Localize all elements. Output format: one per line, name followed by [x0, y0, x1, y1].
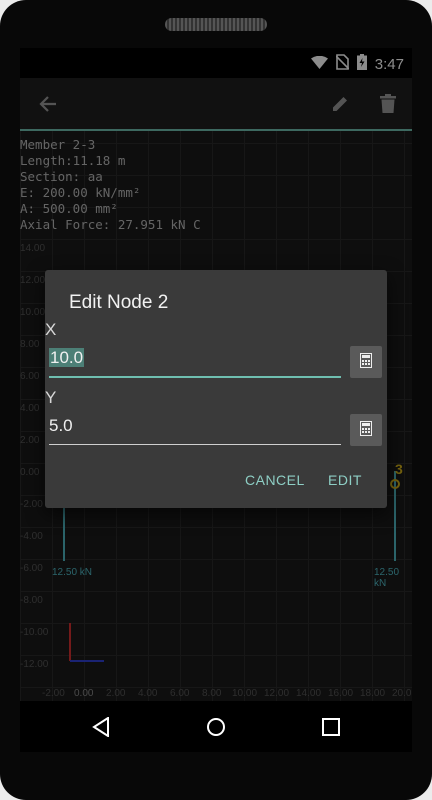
speaker-grille — [165, 18, 267, 31]
nav-home-icon[interactable] — [203, 714, 229, 740]
screen: 3:47 Member 2-3 Length:11.18 m Section: … — [20, 48, 412, 752]
navigation-bar — [20, 701, 412, 752]
dialog-title: Edit Node 2 — [69, 292, 169, 313]
x-input[interactable]: 10.0 — [49, 348, 341, 378]
x-calculator-button[interactable] — [350, 346, 382, 378]
phone-frame: 3:47 Member 2-3 Length:11.18 m Section: … — [0, 0, 432, 800]
y-input-value: 5.0 — [49, 416, 73, 435]
calculator-icon — [360, 352, 372, 372]
x-field-label: X — [45, 320, 57, 339]
y-calculator-button[interactable] — [350, 414, 382, 446]
y-input[interactable]: 5.0 — [49, 416, 341, 445]
edit-node-dialog: Edit Node 2 X 10.0 Y 5.0 CANCEL EDIT — [45, 270, 387, 508]
calculator-icon — [360, 420, 372, 440]
nav-recents-icon[interactable] — [318, 714, 344, 740]
nav-back-icon[interactable] — [88, 714, 114, 740]
edit-button[interactable]: EDIT — [328, 472, 362, 488]
cancel-button[interactable]: CANCEL — [245, 472, 305, 488]
y-field-label: Y — [45, 388, 57, 407]
x-input-value: 10.0 — [49, 348, 85, 367]
